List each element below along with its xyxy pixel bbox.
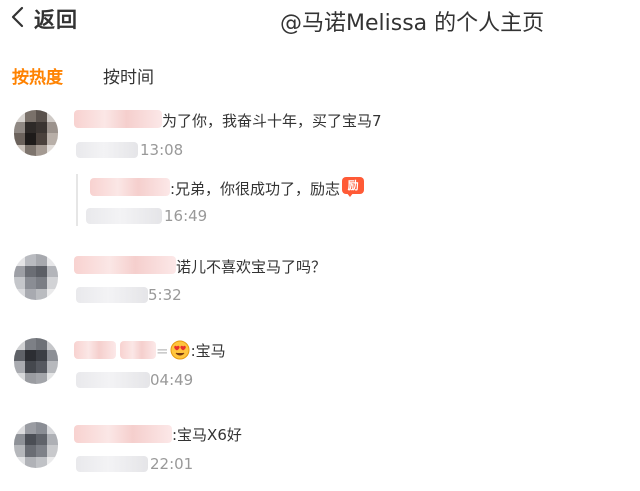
meta-blurred bbox=[76, 456, 148, 472]
username-blurred[interactable] bbox=[74, 256, 176, 274]
avatar[interactable] bbox=[14, 110, 58, 156]
username-blurred[interactable] bbox=[120, 341, 156, 359]
username-blurred[interactable] bbox=[90, 178, 170, 196]
reply-text: :兄弟，你很成功了，励志励 bbox=[170, 177, 365, 199]
header: 返回 @马诺Melissa 的个人主页 bbox=[0, 0, 640, 40]
meta-blurred bbox=[86, 208, 162, 224]
comment-time: 5:32 bbox=[148, 286, 182, 304]
tab-by-time[interactable]: 按时间 bbox=[103, 63, 154, 88]
meta-blurred bbox=[76, 142, 138, 158]
sort-tabs: 按热度 按时间 bbox=[12, 60, 154, 90]
chevron-left-icon bbox=[10, 6, 26, 32]
encourage-badge-icon: 励 bbox=[342, 177, 365, 197]
avatar[interactable] bbox=[14, 422, 58, 468]
username-blurred[interactable] bbox=[74, 110, 162, 128]
avatar[interactable] bbox=[14, 254, 58, 300]
comment-text-content: :宝马 bbox=[190, 342, 226, 360]
comment-text: 为了你，我奋斗十年，买了宝马7 bbox=[162, 112, 382, 130]
comment-time: 04:49 bbox=[150, 371, 194, 389]
comment-text: = :宝马 bbox=[156, 340, 226, 361]
username-blurred[interactable] bbox=[74, 341, 116, 359]
username-blurred[interactable] bbox=[74, 425, 172, 443]
comment-text: :宝马X6好 bbox=[172, 426, 242, 444]
comment-text: 诺儿不喜欢宝马了吗？ bbox=[176, 258, 327, 276]
tab-by-popularity[interactable]: 按热度 bbox=[12, 63, 63, 88]
comment-time: 13:08 bbox=[140, 141, 184, 159]
back-button[interactable]: 返回 bbox=[10, 4, 78, 34]
back-label: 返回 bbox=[34, 8, 78, 32]
reply-text-content: :兄弟，你很成功了，励志 bbox=[170, 180, 341, 198]
meta-blurred bbox=[76, 287, 148, 303]
reply-divider bbox=[76, 174, 78, 226]
comment-time: 22:01 bbox=[150, 455, 194, 473]
heart-eyes-emoji-icon bbox=[170, 340, 190, 360]
comment-text-prefix: = bbox=[156, 342, 169, 360]
meta-blurred bbox=[76, 372, 150, 388]
avatar[interactable] bbox=[14, 338, 58, 384]
page-title: @马诺Melissa 的个人主页 bbox=[280, 11, 545, 36]
reply-time: 16:49 bbox=[164, 207, 208, 225]
